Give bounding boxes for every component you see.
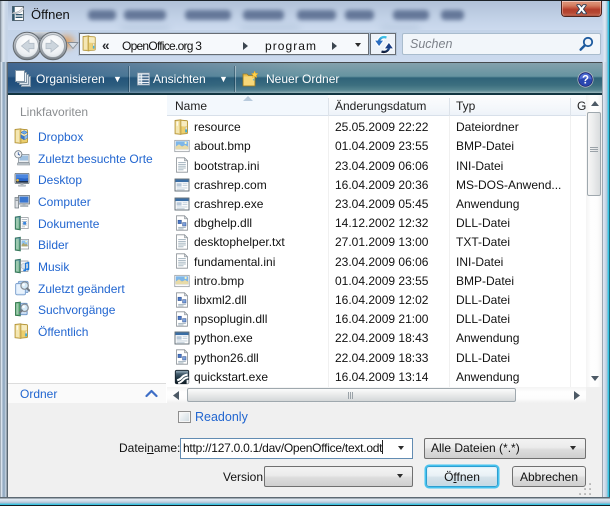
svg-text:?: ? bbox=[582, 75, 589, 87]
